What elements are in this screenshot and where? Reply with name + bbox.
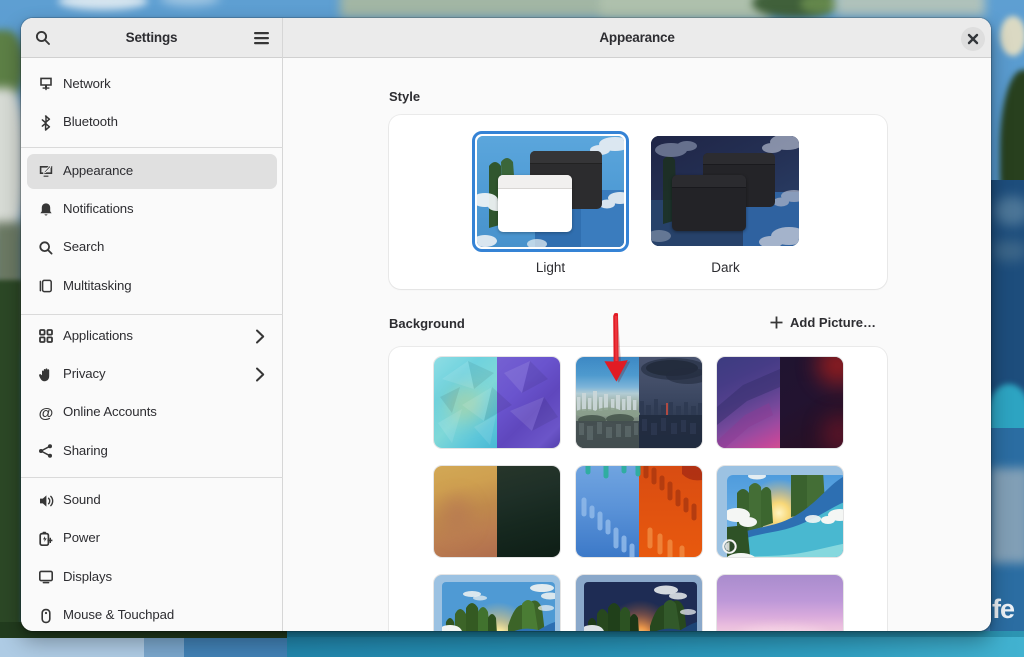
- svg-text:@: @: [39, 405, 54, 421]
